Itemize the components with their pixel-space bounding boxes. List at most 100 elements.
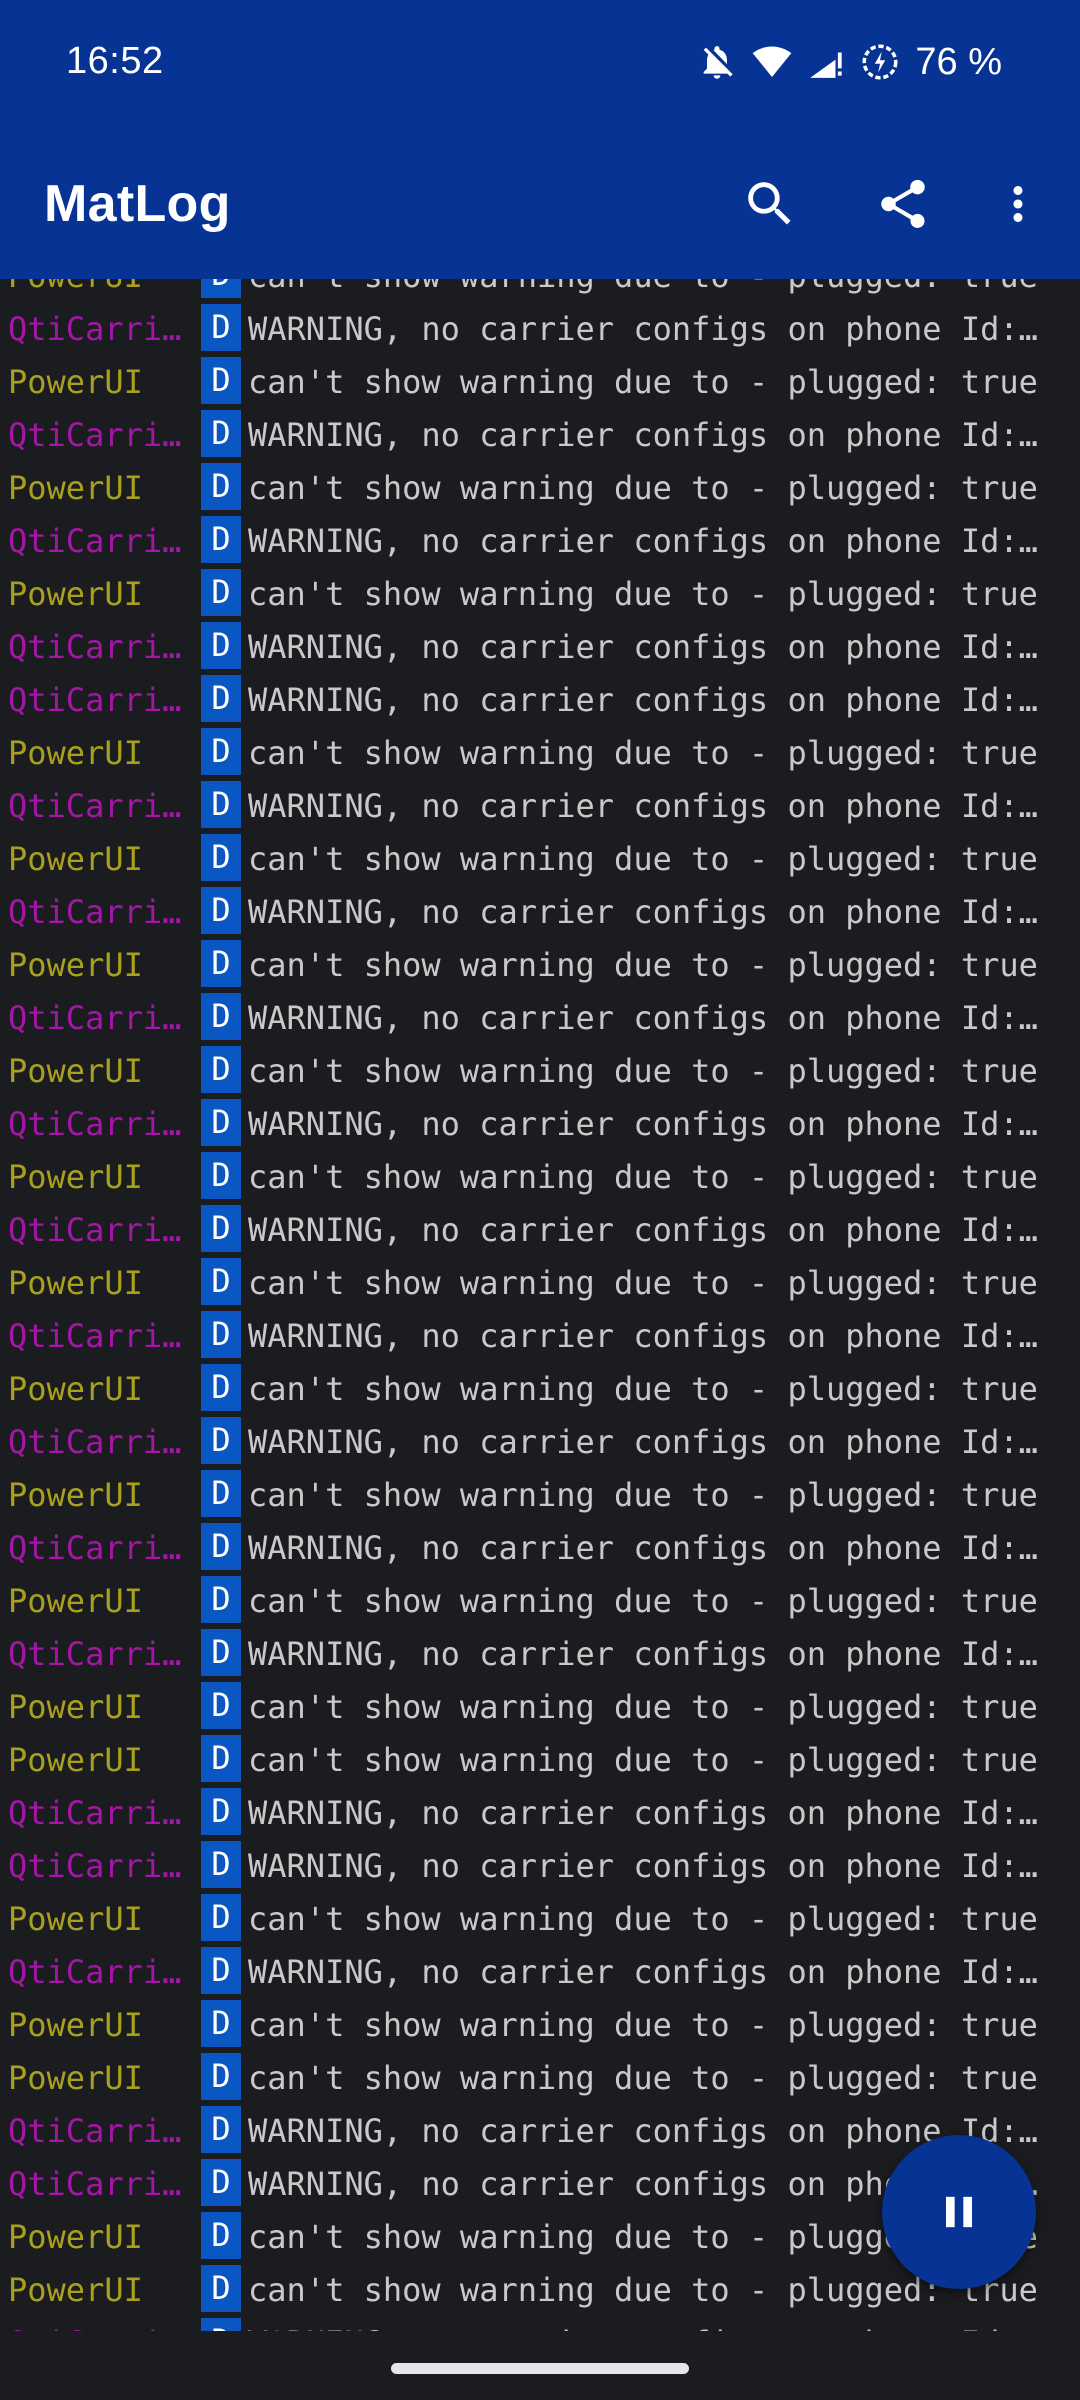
log-level-badge: D — [201, 728, 241, 775]
log-row[interactable]: QtiCarrierConfigHelperDWARNING, no carri… — [0, 778, 1080, 831]
log-tag: QtiCarrierConfigHelper — [8, 1105, 198, 1143]
log-tag: QtiCarrierConfigHelper — [8, 522, 198, 560]
log-tag: PowerUI — [8, 1370, 143, 1408]
more-options-button[interactable] — [978, 164, 1058, 244]
notifications-off-icon — [697, 42, 737, 82]
status-bar: 16:52 76 % — [0, 0, 1080, 128]
log-tag: QtiCarrierConfigHelper — [8, 2324, 198, 2331]
log-message: can't show warning due to - plugged: tru… — [248, 1158, 1038, 1196]
log-row[interactable]: QtiCarrierConfigHelperDWARNING, no carri… — [0, 1414, 1080, 1467]
log-message: can't show warning due to - plugged: tru… — [248, 734, 1038, 772]
log-row[interactable]: QtiCarrierConfigHelperDWARNING, no carri… — [0, 2315, 1080, 2331]
log-tag: QtiCarrierConfigHelper — [8, 416, 198, 454]
log-message: WARNING, no carrier configs on phone Id:… — [248, 1211, 1054, 1249]
log-level-badge: D — [201, 1947, 241, 1994]
log-row[interactable]: PowerUIDcan't show warning due to - plug… — [0, 937, 1080, 990]
log-message: can't show warning due to - plugged: tru… — [248, 2059, 1038, 2097]
log-message: WARNING, no carrier configs on phone Id:… — [248, 1317, 1054, 1355]
log-row[interactable]: QtiCarrierConfigHelperDWARNING, no carri… — [0, 1096, 1080, 1149]
log-row[interactable]: QtiCarrierConfigHelperDWARNING, no carri… — [0, 1202, 1080, 1255]
log-level-badge: D — [201, 516, 241, 563]
log-row[interactable]: PowerUIDcan't show warning due to - plug… — [0, 1997, 1080, 2050]
app-bar: 16:52 76 % MatLog — [0, 0, 1080, 279]
log-message: WARNING, no carrier configs on phone Id:… — [248, 1423, 1054, 1461]
log-row[interactable]: PowerUIDcan't show warning due to - plug… — [0, 1891, 1080, 1944]
log-row[interactable]: QtiCarrierConfigHelperDWARNING, no carri… — [0, 1838, 1080, 1891]
log-row[interactable]: PowerUIDcan't show warning due to - plug… — [0, 1732, 1080, 1785]
log-level-badge: D — [201, 463, 241, 510]
log-row[interactable]: PowerUIDcan't show warning due to - plug… — [0, 1679, 1080, 1732]
log-tag: QtiCarrierConfigHelper — [8, 2112, 198, 2150]
log-row[interactable]: PowerUIDcan't show warning due to - plug… — [0, 279, 1080, 301]
navigation-bar — [0, 2331, 1080, 2400]
share-button[interactable] — [863, 164, 943, 244]
log-message: WARNING, no carrier configs on phone Id:… — [248, 416, 1054, 454]
log-message: WARNING, no carrier configs on phone Id:… — [248, 522, 1054, 560]
log-level-badge: D — [201, 357, 241, 404]
log-message: can't show warning due to - plugged: tru… — [248, 946, 1038, 984]
log-list[interactable]: PowerUI Dcan't show warning due to - plug… — [0, 279, 1080, 2331]
log-row[interactable]: QtiCarrierConfigHelperDWARNING, no carri… — [0, 884, 1080, 937]
log-row[interactable]: PowerUIDcan't show warning due to - plug… — [0, 1467, 1080, 1520]
log-row[interactable]: PowerUIDcan't show warning due to - plug… — [0, 1149, 1080, 1202]
log-tag: PowerUI — [8, 1476, 143, 1514]
home-gesture-handle[interactable] — [391, 2363, 689, 2374]
log-row[interactable]: QtiCarrierConfigHelperDWARNING, no carri… — [0, 619, 1080, 672]
log-row[interactable]: PowerUIDcan't show warning due to - plug… — [0, 1573, 1080, 1626]
log-row[interactable]: QtiCarrierConfigHelperDWARNING, no carri… — [0, 1785, 1080, 1838]
log-level-badge: D — [201, 2159, 241, 2206]
log-level-badge: D — [201, 1629, 241, 1676]
log-level-badge: D — [201, 1894, 241, 1941]
log-row[interactable]: PowerUIDcan't show warning due to - plug… — [0, 2050, 1080, 2103]
log-level-badge: D — [201, 569, 241, 616]
log-level-badge: D — [201, 1364, 241, 1411]
log-row[interactable]: QtiCarrierConfigHelperDWARNING, no carri… — [0, 513, 1080, 566]
log-row[interactable]: QtiCarrierConfigHelperDWARNING, no carri… — [0, 301, 1080, 354]
pause-button[interactable] — [882, 2135, 1036, 2289]
log-message: WARNING, no carrier configs on phone Id:… — [248, 1847, 1054, 1885]
log-tag: PowerUI — [8, 469, 143, 507]
log-message: WARNING, no carrier configs on phone Id:… — [248, 681, 1054, 719]
log-row[interactable]: PowerUIDcan't show warning due to - plug… — [0, 354, 1080, 407]
log-message: WARNING, no carrier configs on phone Id:… — [248, 787, 1054, 825]
log-level-badge: D — [201, 1417, 241, 1464]
log-tag: PowerUI — [8, 840, 143, 878]
log-row[interactable]: PowerUIDcan't show warning due to - plug… — [0, 831, 1080, 884]
log-tag: PowerUI — [8, 1582, 143, 1620]
log-row[interactable]: PowerUIDcan't show warning due to - plug… — [0, 1361, 1080, 1414]
log-row[interactable]: QtiCarrierConfigHelperDWARNING, no carri… — [0, 1626, 1080, 1679]
log-message: can't show warning due to - plugged: tru… — [248, 1688, 1038, 1726]
log-tag: PowerUI — [8, 279, 198, 295]
log-row[interactable]: QtiCarrierConfigHelperDWARNING, no carri… — [0, 407, 1080, 460]
log-tag: PowerUI — [8, 2218, 143, 2256]
log-level-badge: D — [201, 410, 241, 457]
log-row[interactable]: PowerUIDcan't show warning due to - plug… — [0, 1043, 1080, 1096]
log-row[interactable]: QtiCarrierConfigHelperDWARNING, no carri… — [0, 1308, 1080, 1361]
status-icons: 76 % — [697, 36, 1002, 88]
log-tag: QtiCarrierConfigHelper — [8, 787, 198, 825]
search-button[interactable] — [730, 164, 810, 244]
log-row[interactable]: PowerUIDcan't show warning due to - plug… — [0, 566, 1080, 619]
log-tag: QtiCarrierConfigHelper — [8, 1794, 198, 1832]
log-level-badge: D — [201, 781, 241, 828]
log-level-badge: D — [201, 993, 241, 1040]
log-tag: PowerUI — [8, 1741, 143, 1779]
log-row[interactable]: PowerUIDcan't show warning due to - plug… — [0, 725, 1080, 778]
log-row[interactable]: QtiCarrierConfigHelperDWARNING, no carri… — [0, 672, 1080, 725]
app-title: MatLog — [44, 175, 231, 233]
log-row[interactable]: QtiCarrierConfigHelperDWARNING, no carri… — [0, 1520, 1080, 1573]
log-tag: QtiCarrierConfigHelper — [8, 1847, 198, 1885]
more-vert-icon — [1013, 186, 1023, 222]
log-row[interactable]: QtiCarrierConfigHelperDWARNING, no carri… — [0, 990, 1080, 1043]
log-level-badge: D — [201, 1099, 241, 1146]
log-row[interactable]: QtiCarrierConfigHelperDWARNING, no carri… — [0, 1944, 1080, 1997]
log-row[interactable]: PowerUIDcan't show warning due to - plug… — [0, 460, 1080, 513]
log-message: WARNING, no carrier configs on phone Id:… — [248, 1105, 1054, 1143]
log-level-badge: D — [201, 887, 241, 934]
toolbar: MatLog — [0, 128, 1080, 279]
log-level-badge: D — [201, 1576, 241, 1623]
log-row[interactable]: PowerUIDcan't show warning due to - plug… — [0, 1255, 1080, 1308]
log-tag: QtiCarrierConfigHelper — [8, 999, 198, 1037]
log-message: can't show warning due to - plugged: tru… — [248, 1264, 1038, 1302]
log-level-badge: D — [201, 1152, 241, 1199]
